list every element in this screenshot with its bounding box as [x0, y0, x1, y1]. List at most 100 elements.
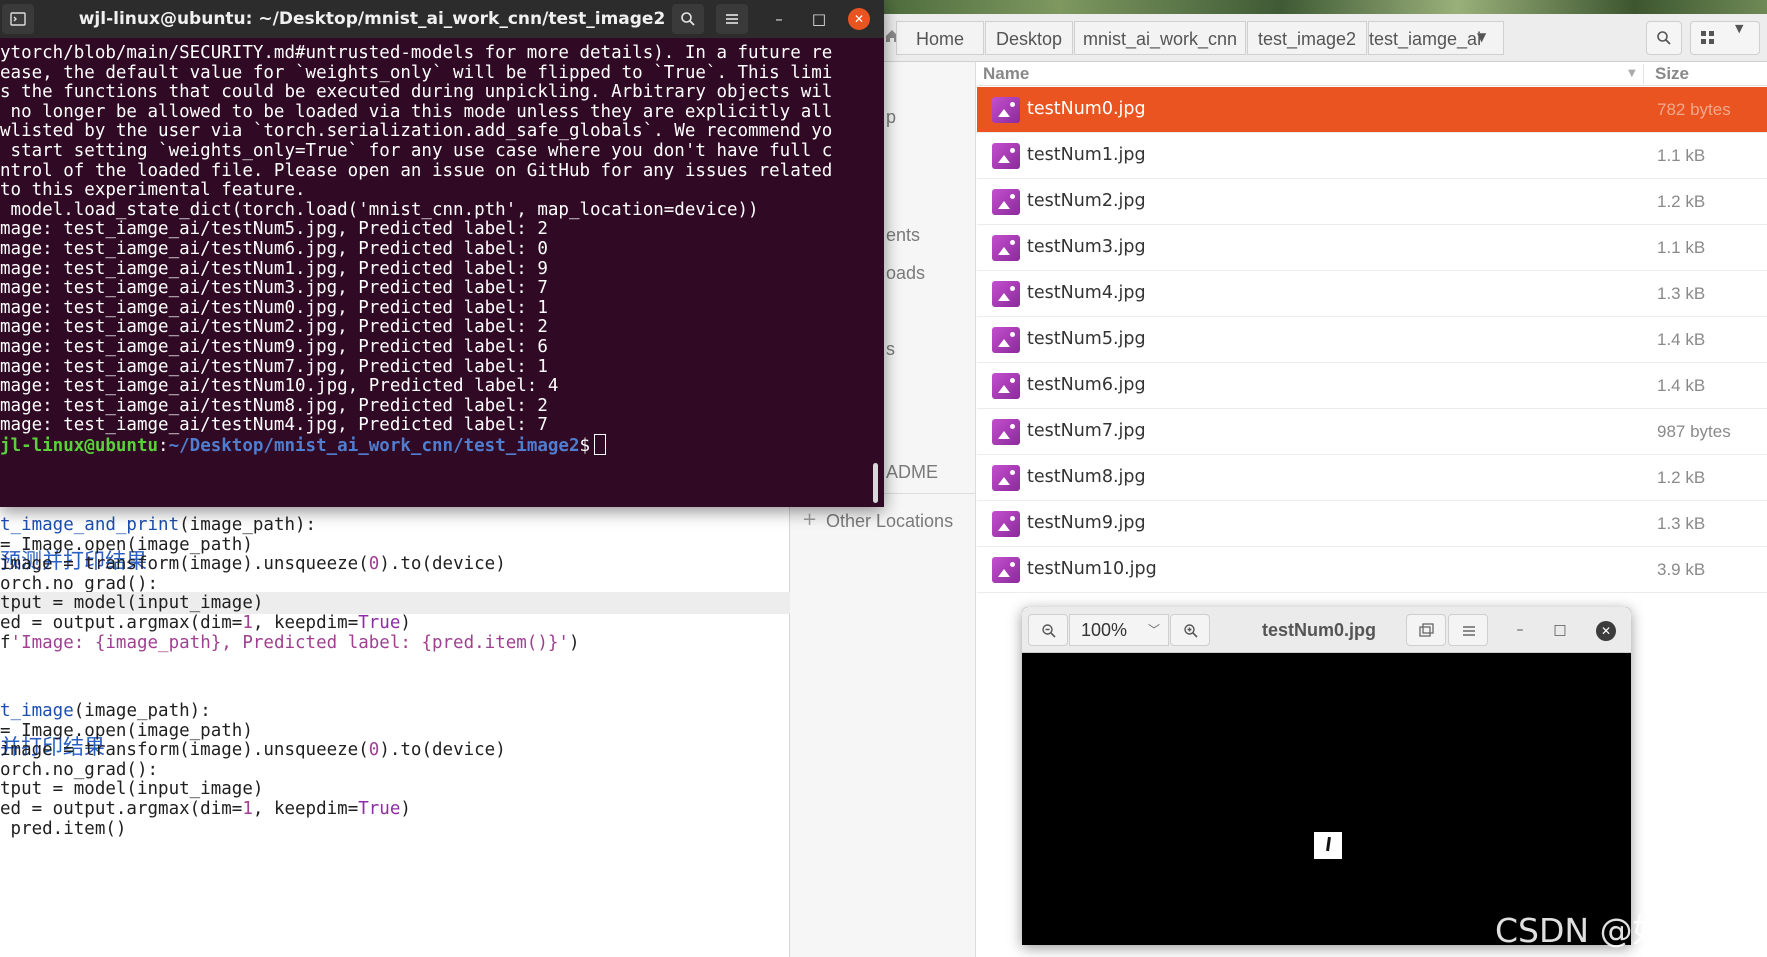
code-token: t_image_and_print — [0, 515, 180, 535]
code-token: ).to(device) — [379, 554, 506, 575]
sidebar-fragment[interactable]: ADME — [886, 462, 938, 483]
chevron-down-icon: ﹀ — [1148, 623, 1161, 637]
file-row[interactable]: testNum9.jpg 1.3 kB — [977, 501, 1767, 547]
sidebar-fragment[interactable]: ents — [886, 225, 920, 246]
breadcrumb-test-image2[interactable]: test_image2 — [1247, 21, 1367, 55]
file-name: testNum10.jpg — [1027, 559, 1157, 579]
code-token: ) — [400, 613, 411, 633]
column-header-size[interactable]: Size — [1655, 64, 1689, 84]
zoom-out-icon — [1042, 624, 1056, 638]
breadcrumb-home[interactable]: Home — [896, 21, 984, 55]
code-token: 0 — [368, 740, 380, 761]
watermark: CSDN @好奇龙猫 — [1495, 911, 1765, 950]
search-icon — [1657, 31, 1671, 45]
sidebar-item-other-locations[interactable]: + Other Locations — [802, 509, 972, 535]
terminal-window[interactable]: wjl-linux@ubuntu: ~/Desktop/mnist_ai_wor… — [0, 0, 884, 507]
plus-icon: + — [802, 509, 818, 530]
close-icon[interactable]: ✕ — [1596, 621, 1616, 641]
prompt-symbol: $ — [579, 436, 591, 456]
viewer-menu-button[interactable] — [1448, 614, 1488, 646]
maximize-icon[interactable]: □ — [808, 8, 830, 30]
terminal-output[interactable]: ytorch/blob/main/SECURITY.md#untrusted-m… — [0, 42, 870, 507]
file-row[interactable]: testNum3.jpg 1.1 kB — [977, 225, 1767, 271]
image-canvas[interactable] — [1022, 654, 1631, 945]
zoom-out-button[interactable] — [1028, 614, 1068, 646]
zoom-level-dropdown[interactable]: 100% ﹀ — [1069, 614, 1169, 646]
file-name: testNum8.jpg — [1027, 467, 1146, 487]
file-size: 3.9 kB — [1657, 560, 1706, 579]
search-button[interactable] — [1646, 21, 1682, 55]
chevron-down-icon[interactable]: ▼ — [1477, 30, 1486, 44]
breadcrumb-desktop[interactable]: Desktop — [985, 21, 1073, 55]
code-token: t_image — [0, 701, 74, 721]
code-token: ) — [400, 799, 411, 819]
code-token: = Image.open(image_path) — [0, 720, 253, 741]
code-token: ed = output.argmax(dim= — [0, 613, 243, 633]
image-file-icon — [992, 373, 1020, 399]
file-row[interactable]: testNum5.jpg 1.4 kB — [977, 317, 1767, 363]
file-row[interactable]: testNum1.jpg 1.1 kB — [977, 133, 1767, 179]
file-size: 782 bytes — [1657, 100, 1731, 119]
code-token: , keepdim= — [252, 799, 359, 819]
maximize-icon[interactable]: □ — [1549, 619, 1571, 641]
file-size: 1.3 kB — [1657, 284, 1706, 303]
zoom-in-icon — [1184, 624, 1198, 638]
terminal-scrollbar[interactable] — [873, 463, 878, 503]
file-row[interactable]: testNum2.jpg 1.2 kB — [977, 179, 1767, 225]
sidebar-fragment[interactable]: oads — [886, 263, 925, 284]
code-token: f — [0, 632, 11, 653]
code-token: pred.item() — [0, 818, 127, 839]
sort-chevron-icon[interactable]: ▼ — [1628, 68, 1636, 79]
file-name: testNum1.jpg — [1027, 145, 1146, 165]
file-size: 1.2 kB — [1657, 468, 1706, 487]
gallery-button[interactable] — [1406, 614, 1446, 646]
terminal-search-button[interactable] — [672, 4, 704, 34]
file-name: testNum4.jpg — [1027, 283, 1146, 303]
sidebar-fragment[interactable]: s — [886, 339, 895, 360]
prompt-user: jl-linux@ubuntu — [0, 436, 159, 456]
code-editor[interactable]: 预测并打印结果 t_image_and_print(image_path): = … — [0, 503, 790, 957]
image-viewer-title: testNum0.jpg — [1262, 620, 1377, 640]
terminal-titlebar[interactable]: wjl-linux@ubuntu: ~/Desktop/mnist_ai_wor… — [0, 0, 884, 38]
menu-icon — [726, 14, 738, 24]
breadcrumb-mnist-ai-work-cnn[interactable]: mnist_ai_work_cnn — [1074, 21, 1246, 55]
file-row[interactable]: testNum8.jpg 1.2 kB — [977, 455, 1767, 501]
code-token: tput = model(input_image) — [0, 593, 264, 614]
close-icon[interactable]: ✕ — [848, 8, 870, 30]
code-token: ed = output.argmax(dim= — [0, 799, 243, 819]
column-header-name[interactable]: Name — [983, 64, 1029, 84]
file-row[interactable]: testNum6.jpg 1.4 kB — [977, 363, 1767, 409]
desktop-wallpaper-strip — [883, 0, 1767, 14]
zoom-in-button[interactable] — [1170, 614, 1210, 646]
file-size: 987 bytes — [1657, 422, 1731, 441]
zoom-level-value: 100% — [1081, 620, 1128, 640]
chevron-down-icon: ▼ — [1735, 22, 1744, 35]
file-row[interactable]: testNum7.jpg 987 bytes — [977, 409, 1767, 455]
code-token: 0 — [368, 554, 380, 575]
terminal-title: wjl-linux@ubuntu: ~/Desktop/mnist_ai_wor… — [78, 9, 666, 29]
file-row[interactable]: testNum4.jpg 1.3 kB — [977, 271, 1767, 317]
menu-icon — [1463, 626, 1475, 636]
image-file-icon — [992, 419, 1020, 445]
file-name: testNum7.jpg — [1027, 421, 1146, 441]
file-size: 1.4 kB — [1657, 330, 1706, 349]
file-name: testNum9.jpg — [1027, 513, 1146, 533]
code-token: (image_path): — [179, 515, 317, 535]
gallery-icon — [1419, 623, 1434, 637]
code-line: pred.item() — [0, 818, 127, 840]
minimize-icon[interactable]: – — [768, 8, 790, 30]
minimize-icon[interactable]: – — [1509, 619, 1531, 641]
terminal-menu-button[interactable] — [716, 4, 748, 34]
file-size: 1.4 kB — [1657, 376, 1706, 395]
file-row[interactable]: testNum10.jpg 3.9 kB — [977, 547, 1767, 593]
file-size: 1.1 kB — [1657, 238, 1706, 257]
image-file-icon — [992, 281, 1020, 307]
view-mode-button[interactable]: ▼ — [1690, 21, 1760, 55]
image-file-icon — [992, 97, 1020, 123]
sidebar-fragment[interactable]: p — [886, 107, 896, 128]
file-row[interactable]: testNum0.jpg 782 bytes — [977, 87, 1767, 133]
code-token: 1 — [242, 799, 253, 819]
image-viewer-window[interactable]: 100% ﹀ testNum0.jpg – □ ✕ — [1022, 607, 1631, 945]
code-token: orch.no_grad(): — [0, 573, 159, 594]
image-viewer-headerbar[interactable]: 100% ﹀ testNum0.jpg – □ ✕ — [1022, 607, 1631, 653]
